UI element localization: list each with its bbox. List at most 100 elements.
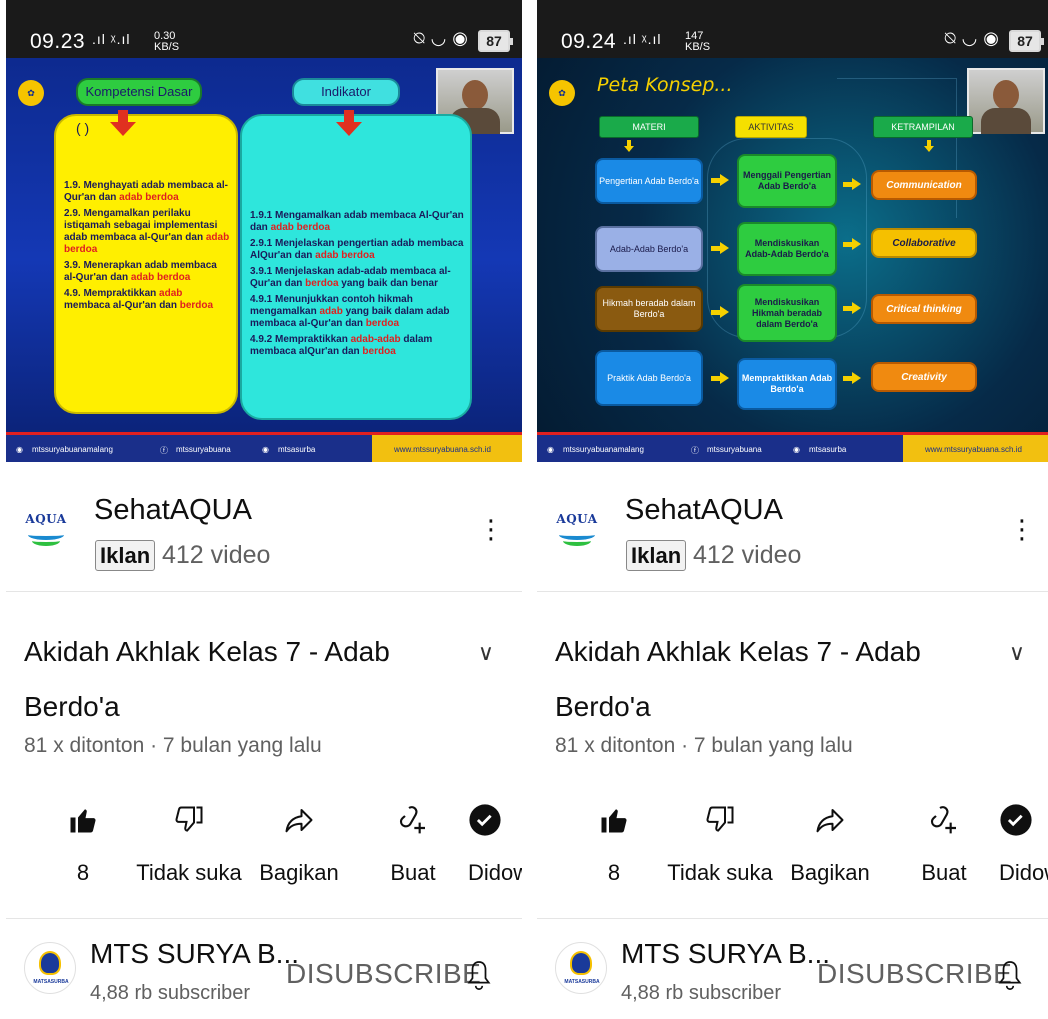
slide-footer: ◉ mtssuryabuanamalang ⓕ mtssuryabuana ◉ … bbox=[537, 432, 1048, 462]
download-button[interactable]: Didownload bbox=[468, 800, 522, 886]
footer-facebook: mtssuryabuana bbox=[707, 445, 762, 454]
ad-video-count: 412 video bbox=[693, 541, 802, 569]
download-label: Didownload bbox=[468, 860, 522, 885]
instagram-icon: ◉ bbox=[16, 445, 23, 454]
kd-box: ( ) 1.9. Menghayati adab membaca al-Qur'… bbox=[54, 114, 238, 414]
ind-item: 4.9.1 Menunjukkan contoh hikmah mengamal… bbox=[250, 294, 450, 329]
share-icon bbox=[254, 800, 344, 840]
chevron-down-icon[interactable]: ∨ bbox=[1009, 640, 1025, 666]
video-title[interactable]: Akidah Akhlak Kelas 7 - Adab Berdo'a bbox=[555, 624, 995, 734]
download-done-icon bbox=[468, 800, 522, 840]
subscriber-count: 4,88 rb subscriber bbox=[621, 982, 782, 1004]
avatar-caption: MATSASURBA bbox=[564, 979, 600, 985]
facebook-icon: ⓕ bbox=[691, 446, 699, 455]
skill-box: Critical thinking bbox=[871, 294, 977, 324]
status-bar: 09.24 .ıl ᵡ.ıl 147 KB/S ⍉◡◉ 87 bbox=[537, 0, 1048, 58]
video-title[interactable]: Akidah Akhlak Kelas 7 - Adab Berdo'a bbox=[24, 624, 464, 734]
ad-channel-name[interactable]: SehatAQUA bbox=[94, 494, 252, 527]
indikator-box: 1.9.1 Mengamalkan adab membaca Al-Qur'an… bbox=[240, 114, 472, 420]
arrow-right-icon bbox=[711, 242, 729, 254]
kd-title: Kompetensi Dasar bbox=[76, 78, 202, 106]
channel-avatar[interactable]: MATSASURBA bbox=[555, 942, 607, 994]
dislike-button[interactable]: Tidak suka bbox=[134, 800, 244, 886]
kd-item: 2.9. Mengamalkan perilaku istiqamah seba… bbox=[64, 208, 230, 255]
create-label: Buat bbox=[390, 860, 436, 885]
ind-item: 4.9.2 Mempraktikkan adab-adab dalam memb… bbox=[250, 334, 433, 357]
download-done-icon bbox=[999, 800, 1048, 840]
channel-avatar[interactable]: MATSASURBA bbox=[24, 942, 76, 994]
video-player[interactable]: ✿ Peta Konsep... MATERI AKTIVITAS KETRAM… bbox=[537, 58, 1048, 462]
like-count: 8 bbox=[607, 860, 621, 885]
share-button[interactable]: Bagikan bbox=[254, 800, 344, 886]
more-options-icon[interactable]: ⋮ bbox=[478, 516, 504, 542]
channel-name[interactable]: MTS SURYA B... bbox=[90, 938, 299, 970]
unsubscribe-button[interactable]: DISUBSCRIBE bbox=[817, 958, 1012, 990]
facebook-icon: ⓕ bbox=[160, 446, 168, 455]
thumbs-down-icon bbox=[665, 800, 775, 840]
aqua-logo[interactable]: AQUA bbox=[20, 498, 72, 564]
arrow-right-icon bbox=[711, 174, 729, 186]
video-meta: 81 x ditonton · 7 bulan yang lalu bbox=[24, 734, 322, 757]
arrow-right-icon bbox=[711, 372, 729, 384]
arrow-right-icon bbox=[843, 178, 861, 190]
create-button[interactable]: Buat bbox=[378, 800, 448, 886]
more-options-icon[interactable]: ⋮ bbox=[1009, 516, 1035, 542]
download-button[interactable]: Didownload bbox=[999, 800, 1048, 886]
status-time: 09.24 bbox=[561, 30, 617, 53]
chevron-down-icon[interactable]: ∨ bbox=[478, 640, 494, 666]
ad-channel-row[interactable]: AQUA SehatAQUA Iklan 412 video ⋮ bbox=[6, 476, 522, 592]
footer-instagram-2: mtsasurba bbox=[278, 445, 316, 454]
channel-name[interactable]: MTS SURYA B... bbox=[621, 938, 830, 970]
video-player[interactable]: ✿ Kompetensi Dasar Indikator ( ) 1.9. Me… bbox=[6, 58, 522, 462]
aktivitas-box: Menggali Pengertian Adab Berdo'a bbox=[737, 154, 837, 208]
status-bar: 09.23 .ıl ᵡ.ıl 0.30 KB/S ⍉◡◉ 87 bbox=[6, 0, 522, 58]
arrow-down-icon bbox=[336, 110, 362, 138]
unsubscribe-button[interactable]: DISUBSCRIBE bbox=[286, 958, 481, 990]
arrow-right-icon bbox=[711, 306, 729, 318]
remix-icon bbox=[909, 800, 979, 840]
status-icons: ⍉◡◉ bbox=[413, 28, 474, 48]
kd-item: 4.9. Mempraktikkan adab membaca al-Qur'a… bbox=[64, 288, 214, 311]
dislike-button[interactable]: Tidak suka bbox=[665, 800, 775, 886]
subscriber-count: 4,88 rb subscriber bbox=[90, 982, 251, 1004]
ad-channel-row[interactable]: AQUA SehatAQUA Iklan 412 video ⋮ bbox=[537, 476, 1048, 592]
bell-icon[interactable] bbox=[466, 958, 492, 997]
skill-box: Creativity bbox=[871, 362, 977, 392]
arrow-right-icon bbox=[843, 238, 861, 250]
materi-box: Adab-Adab Berdo'a bbox=[595, 226, 703, 272]
status-icons: ⍉◡◉ bbox=[944, 28, 1005, 48]
instagram-icon: ◉ bbox=[262, 445, 269, 454]
divider bbox=[6, 918, 522, 919]
network-speed: 0.30 KB/S bbox=[154, 30, 180, 53]
download-label: Didownload bbox=[999, 860, 1048, 885]
materi-box: Pengertian Adab Berdo'a bbox=[595, 158, 703, 204]
footer-website: www.mtssuryabuana.sch.id bbox=[372, 435, 522, 462]
aqua-logo[interactable]: AQUA bbox=[551, 498, 603, 564]
status-time: 09.23 bbox=[30, 30, 86, 53]
bell-icon[interactable] bbox=[997, 958, 1023, 997]
signal-icon: .ıl ᵡ.ıl bbox=[92, 31, 131, 47]
ad-channel-name[interactable]: SehatAQUA bbox=[625, 494, 783, 527]
peta-konsep-title: Peta Konsep... bbox=[597, 74, 733, 96]
create-button[interactable]: Buat bbox=[909, 800, 979, 886]
screen-left: 09.23 .ıl ᵡ.ıl 0.30 KB/S ⍉◡◉ 87 ✿ Kompete… bbox=[6, 0, 522, 1019]
divider bbox=[537, 918, 1048, 919]
video-meta: 81 x ditonton · 7 bulan yang lalu bbox=[555, 734, 853, 757]
like-button[interactable]: 8 bbox=[58, 800, 108, 886]
like-button[interactable]: 8 bbox=[589, 800, 639, 886]
kd-item: 3.9. Menerapkan adab membaca al-Qur'an d… bbox=[64, 260, 217, 283]
avatar-caption: MATSASURBA bbox=[33, 979, 69, 985]
header-aktivitas: AKTIVITAS bbox=[735, 116, 807, 138]
materi-box: Praktik Adab Berdo'a bbox=[595, 350, 703, 406]
footer-instagram: mtssuryabuanamalang bbox=[563, 445, 644, 454]
thumbs-up-icon bbox=[589, 800, 639, 840]
indikator-title: Indikator bbox=[292, 78, 400, 106]
remix-icon bbox=[378, 800, 448, 840]
share-button[interactable]: Bagikan bbox=[785, 800, 875, 886]
kd-paren: ( ) bbox=[76, 120, 90, 136]
skill-box: Communication bbox=[871, 170, 977, 200]
signal-icon: .ıl ᵡ.ıl bbox=[623, 31, 662, 47]
footer-website: www.mtssuryabuana.sch.id bbox=[903, 435, 1048, 462]
aqua-logo-text: AQUA bbox=[25, 512, 67, 526]
aktivitas-box: Mendiskusikan Adab-Adab Berdo'a bbox=[737, 222, 837, 276]
